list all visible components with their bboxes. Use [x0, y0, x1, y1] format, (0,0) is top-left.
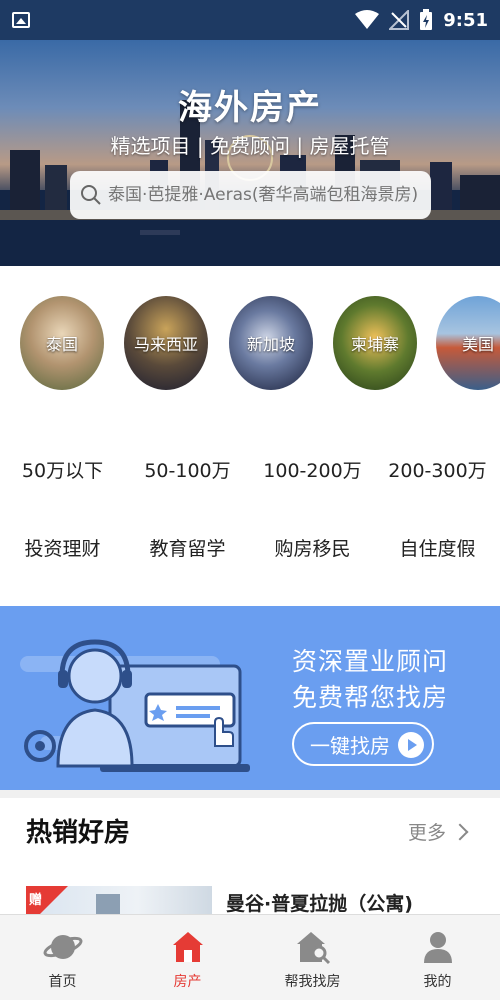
topic-filter-item[interactable]: 投资理财 [0, 534, 125, 561]
country-label: 美国 [461, 335, 494, 354]
consultant-illustration [20, 639, 250, 772]
search-input[interactable] [108, 185, 421, 205]
no-signal-icon [389, 10, 410, 30]
country-label: 新加坡 [246, 335, 295, 354]
country-thailand[interactable]: 泰国 [20, 296, 104, 390]
nav-profile[interactable]: 我的 [375, 915, 500, 1000]
status-time: 9:51 [443, 9, 488, 31]
country-singapore[interactable]: 新加坡 [229, 296, 313, 390]
section-divider [0, 790, 500, 798]
hot-section-title: 热销好房 [26, 818, 131, 848]
play-icon [398, 732, 424, 758]
house-icon [172, 932, 203, 962]
banner-subheadline: 免费帮您找房 [292, 683, 449, 712]
price-filter-item[interactable]: 50万以下 [0, 456, 125, 483]
hero-subtitle: 精选项目 | 免费顾问 | 房屋托管 [110, 134, 390, 158]
price-filter-item[interactable]: 100-200万 [250, 456, 375, 483]
country-list: 泰国 马来西亚 新加坡 柬埔寨 美国 [0, 296, 500, 392]
country-label: 泰国 [45, 335, 78, 354]
topic-filter-item[interactable]: 购房移民 [250, 534, 375, 561]
country-malaysia[interactable]: 马来西亚 [124, 296, 208, 390]
nav-label: 帮我找房 [284, 974, 341, 990]
gift-badge-label: 赠 [29, 893, 43, 908]
topic-filter-item[interactable]: 教育留学 [125, 534, 250, 561]
nav-home[interactable]: 首页 [0, 915, 125, 1000]
price-filter-item[interactable]: 200-300万 [375, 456, 500, 483]
listing-title[interactable]: 曼谷·普夏拉抛（公寓) [226, 889, 413, 916]
status-bar: 9:51 [0, 0, 500, 40]
bottom-navigation: 首页 房产 帮我找房 我的 [0, 914, 500, 1000]
country-label: 柬埔寨 [350, 335, 399, 354]
more-link[interactable]: 更多 [408, 818, 469, 845]
nav-label: 我的 [423, 974, 452, 990]
price-filter-row: 50万以下 50-100万 100-200万 200-300万 [0, 456, 500, 483]
country-usa[interactable]: 美国 [436, 296, 500, 390]
image-icon [12, 12, 30, 28]
topic-filter-item[interactable]: 自住度假 [375, 534, 500, 561]
nav-label: 首页 [48, 974, 77, 990]
hero-banner: 海外房产 精选项目 | 免费顾问 | 房屋托管 [0, 40, 500, 266]
banner-headline: 资深置业顾问 [292, 647, 449, 676]
find-house-icon [296, 932, 330, 965]
wifi-icon [355, 10, 380, 29]
search-icon [81, 185, 101, 205]
nav-find-house[interactable]: 帮我找房 [250, 915, 375, 1000]
country-cambodia[interactable]: 柬埔寨 [333, 296, 417, 390]
battery-charging-icon [420, 9, 433, 30]
consultant-banner[interactable]: 资深置业顾问 免费帮您找房 一键找房 [0, 606, 500, 790]
find-house-button-label: 一键找房 [310, 735, 390, 758]
user-icon [423, 932, 452, 963]
price-filter-item[interactable]: 50-100万 [125, 456, 250, 483]
topic-filter-row: 投资理财 教育留学 购房移民 自住度假 [0, 534, 500, 561]
status-icons: 9:51 [355, 9, 488, 31]
nav-label: 房产 [173, 974, 202, 990]
search-bar[interactable] [70, 171, 431, 219]
hero-title: 海外房产 [178, 88, 322, 128]
country-label: 马来西亚 [133, 335, 198, 354]
find-house-button[interactable]: 一键找房 [292, 722, 434, 766]
more-label: 更多 [408, 822, 447, 844]
nav-property[interactable]: 房产 [125, 915, 250, 1000]
chevron-right-icon [451, 823, 469, 840]
planet-icon [43, 935, 82, 959]
